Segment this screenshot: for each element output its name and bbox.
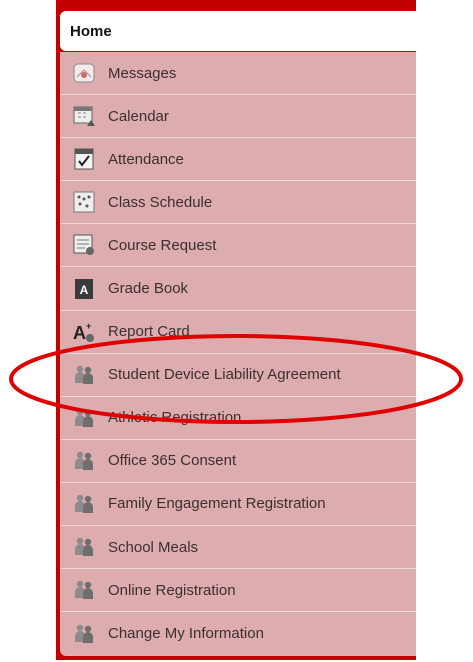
menu-item-athletic-registration[interactable]: Athletic Registration xyxy=(60,397,416,440)
menu-item-label: Attendance xyxy=(108,150,184,168)
menu-item-label: Athletic Registration xyxy=(108,409,242,427)
menu-item-label: Family Engagement Registration xyxy=(108,495,326,513)
people-icon xyxy=(73,407,95,429)
side-menu-panel: Home Messages Calendar Attendance Class … xyxy=(56,0,416,660)
svg-text:A: A xyxy=(80,283,89,297)
menu-item-label: Student Device Liability Agreement xyxy=(108,366,341,384)
svg-text:+: + xyxy=(86,321,91,331)
menu-item-attendance[interactable]: Attendance xyxy=(60,138,416,182)
menu-item-label: Class Schedule xyxy=(108,193,213,211)
menu-item-label: Course Request xyxy=(108,236,217,254)
menu-item-label: Messages xyxy=(108,64,177,82)
menu-item-online-registration[interactable]: Online Registration xyxy=(60,569,416,613)
messages-icon xyxy=(73,62,95,84)
menu-item-messages[interactable]: Messages xyxy=(60,52,416,96)
menu-item-label: Grade Book xyxy=(108,280,189,298)
menu-item-change-my-information[interactable]: Change My Information xyxy=(60,612,416,655)
menu-item-label: Report Card xyxy=(108,323,190,341)
people-icon xyxy=(73,450,95,472)
menu-item-school-meals[interactable]: School Meals xyxy=(60,526,416,570)
people-icon xyxy=(73,364,95,386)
menu-item-course-request[interactable]: Course Request xyxy=(60,224,416,268)
report-card-icon: A + xyxy=(73,321,95,343)
people-icon xyxy=(73,623,95,645)
menu-item-family-engagement-registration[interactable]: Family Engagement Registration xyxy=(60,483,416,527)
menu-item-label: Change My Information xyxy=(108,625,264,643)
menu-item-label: Office 365 Consent xyxy=(108,452,237,470)
class-schedule-icon xyxy=(73,191,95,213)
svg-text:A: A xyxy=(73,323,86,343)
home-header[interactable]: Home xyxy=(60,11,416,51)
menu-item-calendar[interactable]: Calendar xyxy=(60,95,416,139)
menu-item-class-schedule[interactable]: Class Schedule xyxy=(60,181,416,225)
course-request-icon xyxy=(73,234,95,256)
grade-book-icon: A xyxy=(73,278,95,300)
menu-item-label: Online Registration xyxy=(108,581,236,599)
menu-item-grade-book[interactable]: A Grade Book xyxy=(60,267,416,311)
attendance-icon xyxy=(73,148,95,170)
menu-item-report-card[interactable]: A + Report Card xyxy=(60,311,416,354)
people-icon xyxy=(73,536,95,558)
menu-item-label: School Meals xyxy=(108,538,199,556)
menu-item-student-device-liability-agreement[interactable]: Student Device Liability Agreement xyxy=(60,354,416,397)
menu-item-label: Calendar xyxy=(108,107,169,125)
home-title: Home xyxy=(70,22,112,40)
menu-item-office-365-consent[interactable]: Office 365 Consent xyxy=(60,440,416,483)
people-icon xyxy=(73,579,95,601)
menu-list: Messages Calendar Attendance Class Sched… xyxy=(60,52,416,656)
calendar-icon xyxy=(73,105,95,127)
people-icon xyxy=(73,493,95,515)
